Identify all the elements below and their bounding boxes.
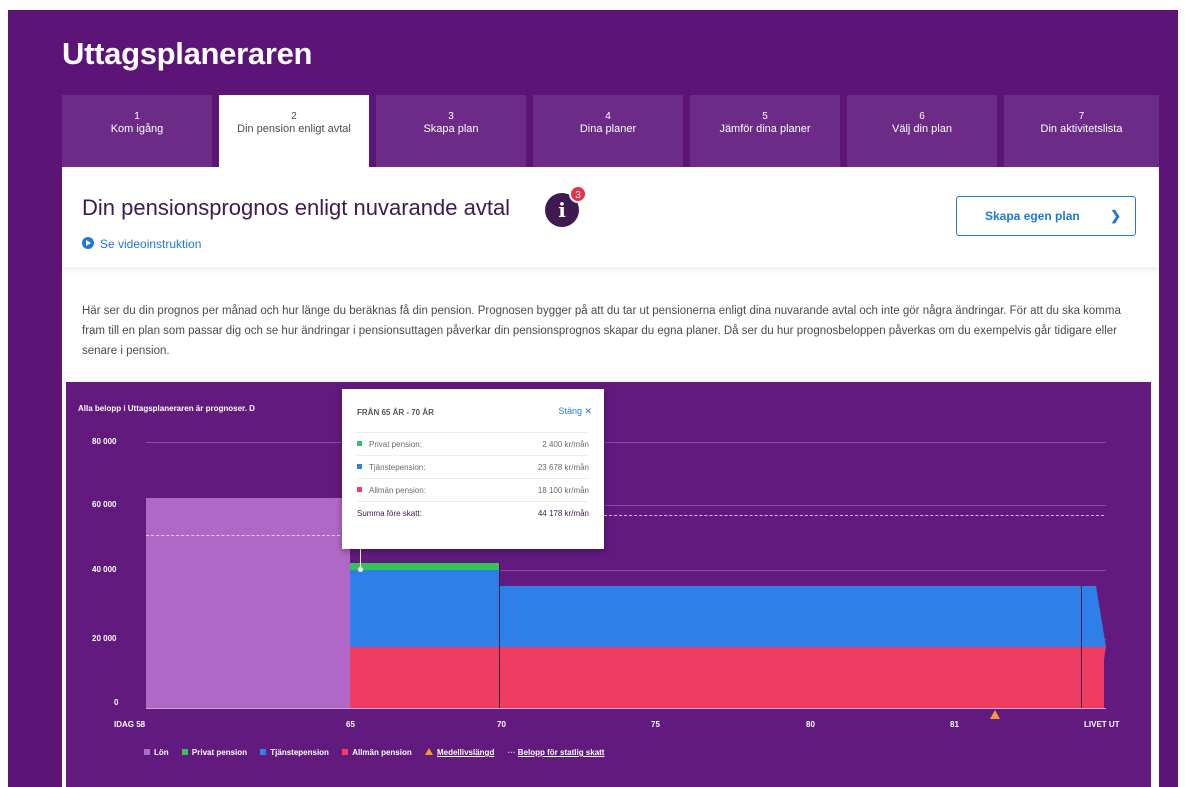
- tab-label: Dina planer: [579, 123, 637, 135]
- tab-label: Välj din plan: [892, 123, 952, 135]
- x-tick-label: IDAG 58: [114, 720, 146, 729]
- legend-item-statlig-skatt[interactable]: ··· Belopp för statlig skatt: [508, 748, 605, 757]
- legend-item-allman-pension[interactable]: Allmän pension: [342, 748, 412, 757]
- legend-swatch: [260, 749, 267, 755]
- tab-label: Kom igång: [110, 123, 164, 135]
- legend-swatch: [342, 749, 349, 755]
- create-own-plan-button[interactable]: Skapa egen plan ❯: [956, 196, 1136, 236]
- tooltip-row-value: 18 100 kr/mån: [537, 486, 589, 495]
- y-tick-label: 80 000: [92, 437, 117, 446]
- tooltip-sum-label: Summa före skatt:: [357, 509, 422, 518]
- legend-item-tjanstepension[interactable]: Tjänstepension: [260, 748, 329, 757]
- bar-tjanstepension[interactable]: [350, 570, 500, 647]
- tax-threshold-line: [604, 515, 1104, 516]
- tab-label: Jämför dina planer: [719, 123, 811, 135]
- tooltip-row-label: Tjänstepension:: [369, 463, 426, 472]
- tab-jamfor-dina-planer[interactable]: 5 Jämför dina planer: [690, 95, 840, 167]
- legend-label: Allmän pension: [352, 748, 412, 757]
- dotted-line-icon: ···: [507, 748, 518, 757]
- legend-dot: [357, 464, 362, 469]
- tab-kom-igang[interactable]: 1 Kom igång: [62, 95, 212, 167]
- tooltip-row-value: 23 678 kr/mån: [537, 463, 589, 472]
- legend-dot: [357, 441, 362, 446]
- chart-legend: Lön Privat pension Tjänstepension Allmän…: [144, 748, 615, 757]
- gridline: [146, 442, 1106, 443]
- tab-number: 7: [1078, 111, 1085, 122]
- legend-item-privat-pension[interactable]: Privat pension: [181, 748, 248, 757]
- tab-label: Din pension enligt avtal: [237, 123, 351, 135]
- arrow-tip: [1082, 586, 1106, 708]
- tab-din-pension-enligt-avtal[interactable]: 2 Din pension enligt avtal: [219, 95, 369, 169]
- legend-label: Lön: [154, 748, 169, 757]
- tab-number: 1: [134, 111, 140, 122]
- bar-tjanstepension[interactable]: [500, 586, 1082, 647]
- life-expectancy-marker[interactable]: [990, 710, 1000, 719]
- tooltip-row-allman: Allmän pension: 18 100 kr/mån: [357, 478, 589, 501]
- tab-dina-planer[interactable]: 4 Dina planer: [533, 95, 683, 167]
- y-tick-label: 60 000: [92, 500, 117, 509]
- x-axis-line: [146, 708, 1106, 709]
- video-link-label: Se videoinstruktion: [100, 237, 202, 251]
- divider: [499, 562, 500, 708]
- tooltip-row-sum: Summa före skatt: 44 178 kr/mån: [357, 501, 589, 524]
- step-tabs: 1 Kom igång 2 Din pension enligt avtal 3…: [62, 95, 1159, 169]
- tab-label: Skapa plan: [423, 123, 479, 135]
- tooltip-close-button[interactable]: Stäng ✕: [558, 406, 592, 417]
- tooltip-row-privat: Privat pension: 2 400 kr/mån: [357, 432, 589, 455]
- tab-number: 6: [919, 111, 925, 122]
- chart-disclaimer: Alla belopp i Uttagsplaneraren är progno…: [78, 404, 255, 413]
- video-instruction-link[interactable]: Se videoinstruktion: [82, 237, 201, 251]
- legend-label: Medellivslängd: [436, 748, 495, 757]
- x-tick-label: LIVET UT: [1084, 720, 1120, 729]
- tab-valj-din-plan[interactable]: 6 Välj din plan: [847, 95, 997, 167]
- legend-swatch: [144, 749, 150, 755]
- tab-din-aktivitetslista[interactable]: 7 Din aktivitetslista: [1004, 95, 1159, 167]
- legend-dot: [357, 487, 362, 492]
- card-header: Din pensionsprognos enligt nuvarande avt…: [62, 167, 1159, 267]
- y-tick-label: 0: [114, 698, 119, 707]
- legend-label: Tjänstepension: [270, 748, 329, 757]
- x-tick-label: 75: [651, 720, 660, 729]
- chart-tooltip: FRÅN 65 ÅR - 70 ÅR Stäng ✕ Privat pensio…: [342, 389, 604, 549]
- play-icon: [82, 237, 94, 249]
- tab-number: 3: [448, 111, 454, 122]
- x-tick-label: 80: [806, 720, 815, 729]
- x-tick-label: 81: [950, 720, 959, 729]
- tab-number: 5: [762, 111, 768, 122]
- legend-label: Belopp för statlig skatt: [517, 748, 605, 757]
- tooltip-row-value: 2 400 kr/mån: [542, 440, 589, 449]
- tab-label: Din aktivitetslista: [1040, 123, 1123, 135]
- tab-skapa-plan[interactable]: 3 Skapa plan: [376, 95, 526, 167]
- y-tick-label: 20 000: [92, 634, 117, 643]
- notification-count-badge: 3: [569, 185, 587, 203]
- triangle-icon: [424, 748, 433, 755]
- tooltip-row-label: Privat pension:: [369, 440, 422, 449]
- legend-item-medellivslangd[interactable]: Medellivslängd: [424, 748, 495, 757]
- legend-item-lon[interactable]: Lön: [144, 748, 169, 757]
- main-card: Din pensionsprognos enligt nuvarande avt…: [62, 167, 1159, 787]
- legend-label: Privat pension: [191, 748, 248, 757]
- page-heading: Din pensionsprognos enligt nuvarande avt…: [82, 195, 511, 220]
- divider: [1081, 586, 1082, 708]
- chevron-right-icon: ❯: [1110, 208, 1121, 223]
- tooltip-row-tjanste: Tjänstepension: 23 678 kr/mån: [357, 455, 589, 478]
- bar-privat-pension[interactable]: [350, 563, 500, 570]
- app-title: Uttagsplaneraren: [62, 36, 313, 71]
- bar-allman-pension[interactable]: [350, 647, 1104, 708]
- x-tick-label: 65: [346, 720, 355, 729]
- tooltip-title: FRÅN 65 ÅR - 70 ÅR: [357, 408, 434, 417]
- intro-text: Här ser du din prognos per månad och hur…: [82, 305, 1121, 357]
- button-label: Skapa egen plan: [985, 209, 1080, 223]
- bar-lon[interactable]: [146, 498, 350, 708]
- tooltip-sum-value: 44 178 kr/mån: [537, 509, 589, 518]
- pension-forecast-chart: Alla belopp i Uttagsplaneraren är progno…: [66, 382, 1151, 787]
- tax-threshold-line: [146, 535, 350, 536]
- y-tick-label: 40 000: [92, 565, 117, 574]
- tab-number: 4: [605, 111, 611, 122]
- tooltip-row-label: Allmän pension:: [369, 486, 426, 495]
- legend-swatch: [181, 749, 188, 755]
- x-tick-label: 70: [497, 720, 506, 729]
- tooltip-pointer-line: [360, 548, 361, 568]
- tab-number: 2: [291, 111, 297, 122]
